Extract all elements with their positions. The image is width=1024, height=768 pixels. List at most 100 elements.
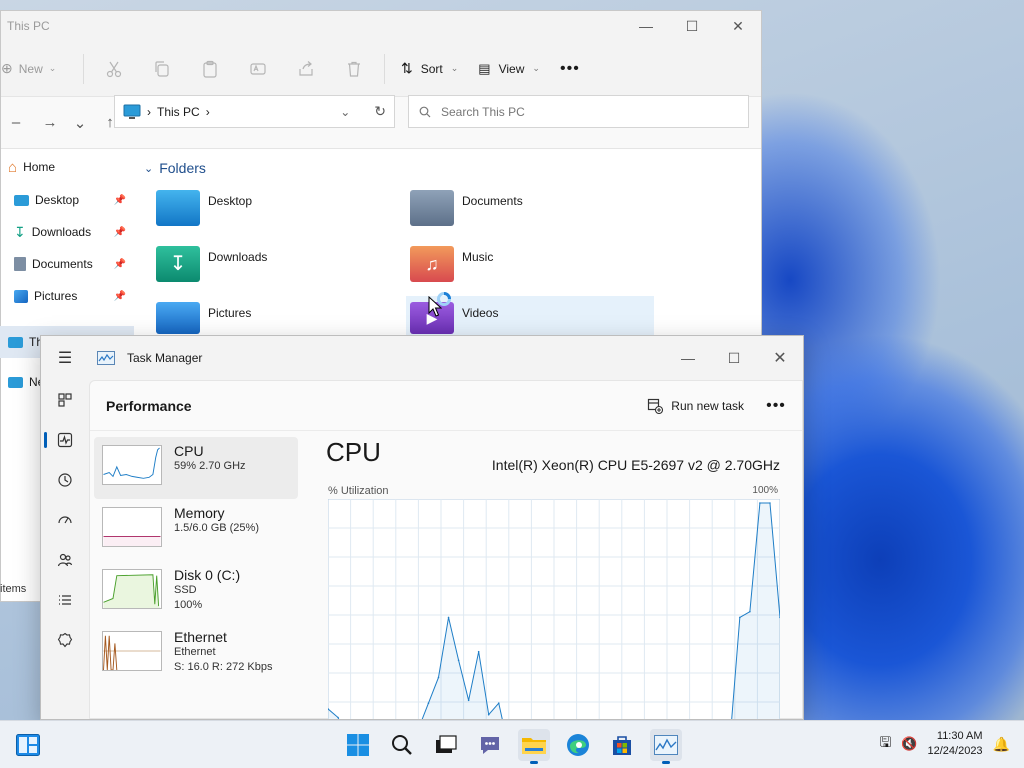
close-button[interactable]: ✕ bbox=[715, 11, 761, 41]
copy-button[interactable] bbox=[138, 51, 186, 87]
network-icon bbox=[8, 376, 23, 388]
share-button[interactable] bbox=[282, 51, 330, 87]
resource-stat: 1.5/6.0 GB (25%) bbox=[174, 522, 259, 534]
chevron-down-icon: ⌄ bbox=[450, 63, 459, 73]
explorer-title: This PC bbox=[7, 19, 50, 33]
document-icon bbox=[14, 257, 26, 271]
delete-button[interactable] bbox=[330, 51, 378, 87]
processes-tab[interactable] bbox=[41, 380, 89, 420]
volume-muted-icon[interactable]: 🔇 bbox=[901, 736, 917, 752]
tm-maximize-button[interactable]: ☐ bbox=[711, 343, 757, 373]
maximize-button[interactable]: ☐ bbox=[669, 11, 715, 41]
users-icon bbox=[57, 553, 73, 567]
performance-page: Performance Run new task ••• CPU 59% 2.7… bbox=[89, 380, 803, 719]
music-folder-icon: ♫ bbox=[410, 246, 454, 282]
folder-downloads[interactable]: ↧ Downloads bbox=[156, 246, 267, 282]
explorer-toolbar: ⊕ New ⌄ ⇅ Sort ⌄ ▤ View ⌄ ••• bbox=[1, 41, 761, 97]
address-history-chevron-icon[interactable]: ⌄ bbox=[340, 105, 350, 119]
rename-button[interactable] bbox=[234, 51, 282, 87]
more-options-button[interactable]: ••• bbox=[756, 397, 796, 415]
sidebar-item-home[interactable]: ⌂ Home bbox=[0, 150, 134, 184]
refresh-icon[interactable]: ↻ bbox=[374, 103, 386, 120]
performance-tab[interactable] bbox=[41, 420, 89, 460]
users-tab[interactable] bbox=[41, 540, 89, 580]
network-status-icon[interactable]: 🖫 bbox=[879, 732, 891, 756]
task-manager-nav-rail bbox=[41, 380, 89, 660]
clock[interactable]: 11:30 AM 12/24/2023 bbox=[928, 729, 983, 759]
new-button[interactable]: ⊕ New ⌄ bbox=[1, 60, 77, 77]
task-manager-taskbar-button[interactable] bbox=[650, 729, 682, 764]
sidebar-item-documents[interactable]: Documents 📌 bbox=[0, 248, 134, 280]
cut-button[interactable] bbox=[90, 51, 138, 87]
paste-button[interactable] bbox=[186, 51, 234, 87]
new-label: New bbox=[18, 61, 43, 76]
folders-section-header[interactable]: ⌄ Folders bbox=[144, 160, 206, 176]
processes-icon bbox=[58, 393, 72, 407]
search-button[interactable] bbox=[386, 729, 418, 761]
notifications-icon[interactable]: 🔔 bbox=[993, 736, 1010, 753]
cpu-thumbnail-graph bbox=[102, 445, 162, 485]
breadcrumb-separator: › bbox=[147, 104, 151, 119]
sidebar-item-pictures[interactable]: Pictures 📌 bbox=[0, 280, 134, 312]
details-tab[interactable] bbox=[41, 580, 89, 620]
hamburger-menu-button[interactable]: ☰ bbox=[41, 336, 89, 380]
address-bar[interactable]: › This PC › ⌄ ↻ bbox=[114, 95, 395, 128]
task-view-button[interactable] bbox=[430, 729, 462, 761]
plus-icon: ⊕ bbox=[1, 60, 13, 76]
services-tab[interactable] bbox=[41, 620, 89, 660]
task-view-icon bbox=[436, 735, 457, 753]
downloads-folder-icon: ↧ bbox=[156, 246, 200, 282]
start-button[interactable] bbox=[342, 729, 374, 761]
chevron-down-icon: ⌄ bbox=[48, 63, 57, 73]
folder-pictures[interactable]: Pictures bbox=[156, 302, 251, 334]
widgets-button[interactable] bbox=[12, 729, 44, 761]
utilization-max-label: 100% bbox=[752, 485, 778, 496]
recent-locations-button[interactable]: ⌄ bbox=[65, 108, 95, 138]
chat-icon bbox=[481, 737, 499, 754]
forward-button[interactable]: → bbox=[35, 108, 65, 138]
folder-label: Videos bbox=[462, 306, 499, 320]
search-input[interactable]: Search This PC bbox=[408, 95, 749, 128]
cpu-data-point bbox=[457, 659, 460, 662]
sort-button[interactable]: ⇅ Sort ⌄ bbox=[391, 51, 468, 87]
tm-close-button[interactable]: ✕ bbox=[757, 343, 803, 373]
busy-cursor-icon bbox=[437, 292, 451, 306]
view-icon: ▤ bbox=[478, 60, 491, 76]
sidebar-item-desktop[interactable]: Desktop 📌 bbox=[0, 184, 134, 216]
startup-apps-tab[interactable] bbox=[41, 500, 89, 540]
minimize-button[interactable]: — bbox=[623, 11, 669, 41]
more-options-button[interactable]: ••• bbox=[550, 51, 590, 87]
folder-documents[interactable]: Documents bbox=[410, 190, 523, 226]
app-history-tab[interactable] bbox=[41, 460, 89, 500]
run-new-task-button[interactable]: Run new task bbox=[635, 398, 756, 414]
resource-disk[interactable]: Disk 0 (C:) SSD 100% bbox=[94, 561, 298, 623]
clock-time: 11:30 AM bbox=[936, 730, 983, 742]
folder-desktop[interactable]: Desktop bbox=[156, 190, 252, 226]
cpu-data-point bbox=[487, 713, 490, 716]
performance-header: Performance Run new task ••• bbox=[90, 381, 802, 431]
search-placeholder: Search This PC bbox=[441, 104, 525, 119]
edge-browser-button[interactable] bbox=[562, 729, 594, 761]
tm-minimize-button[interactable]: — bbox=[665, 343, 711, 373]
resource-cpu[interactable]: CPU 59% 2.70 GHz bbox=[94, 437, 298, 499]
folder-label: Pictures bbox=[208, 306, 252, 320]
file-explorer-taskbar-button[interactable] bbox=[518, 729, 550, 764]
breadcrumb-this-pc[interactable]: This PC bbox=[157, 105, 200, 119]
back-button[interactable]: – bbox=[1, 108, 31, 138]
microsoft-store-button[interactable] bbox=[606, 729, 638, 761]
sidebar-item-downloads[interactable]: ↧ Downloads 📌 bbox=[0, 216, 134, 248]
folder-music[interactable]: ♫ Music bbox=[410, 246, 493, 282]
resource-memory[interactable]: Memory 1.5/6.0 GB (25%) bbox=[94, 499, 298, 561]
view-button[interactable]: ▤ View ⌄ bbox=[468, 51, 550, 87]
run-new-task-label: Run new task bbox=[671, 398, 744, 413]
resource-ethernet[interactable]: Ethernet Ethernet S: 16.0 R: 272 Kbps bbox=[94, 623, 298, 685]
cpu-data-point bbox=[337, 716, 339, 719]
resource-name: Disk 0 (C:) bbox=[174, 567, 241, 583]
sort-label: Sort bbox=[420, 61, 443, 76]
cpu-data-point bbox=[427, 702, 430, 704]
status-bar-item-count: items bbox=[0, 583, 27, 595]
teams-chat-button[interactable] bbox=[474, 729, 506, 761]
desktop-icon bbox=[14, 194, 29, 206]
toolbar-divider bbox=[384, 53, 385, 84]
pictures-folder-icon bbox=[156, 302, 200, 334]
